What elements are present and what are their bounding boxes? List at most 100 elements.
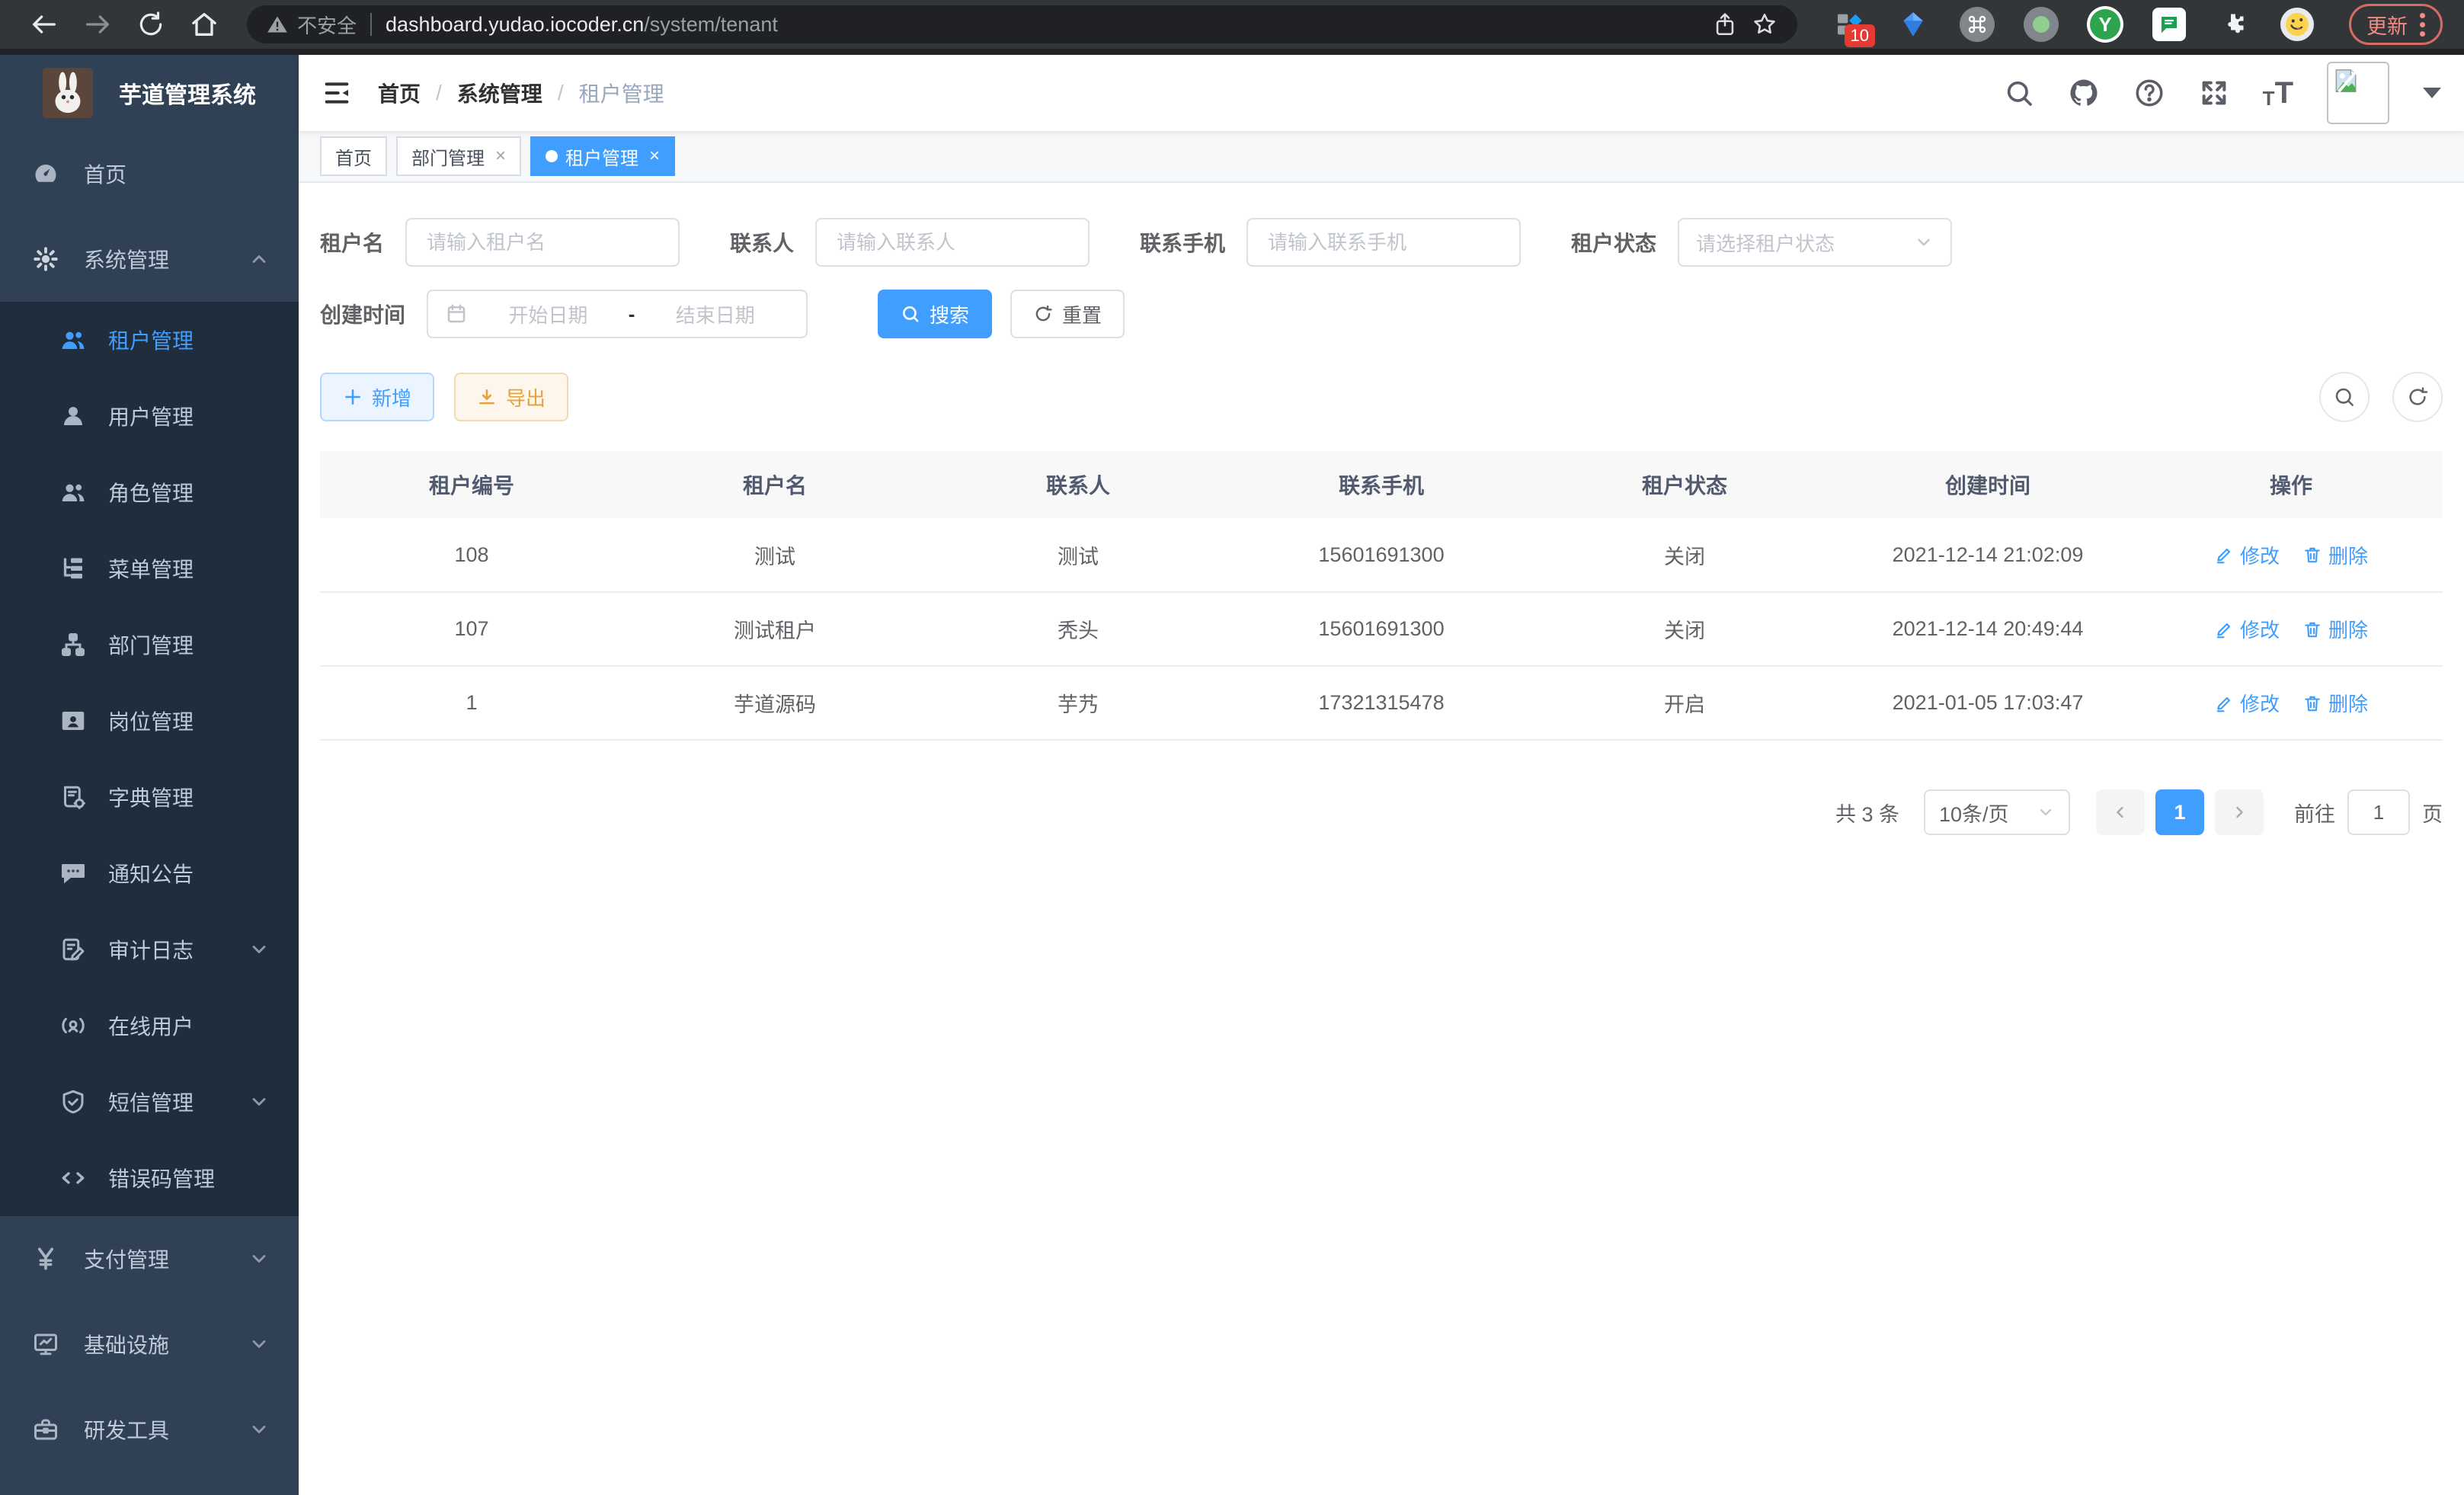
refresh-icon [2406,386,2429,408]
search-icon [2333,386,2356,408]
contact-input[interactable] [815,218,1090,267]
page-size-select[interactable]: 10条/页 [1924,789,2070,835]
breadcrumb-system[interactable]: 系统管理 [457,78,542,108]
extension-command-button[interactable] [1959,6,1995,43]
caret-down-icon[interactable] [2423,88,2441,98]
sidebar-item-label: 支付管理 [84,1244,169,1274]
sidebar-item-label: 角色管理 [108,477,194,507]
sidebar-item-dept[interactable]: 部门管理 [0,607,299,683]
dictionary-icon [59,783,88,811]
extension-tabs-button[interactable]: 10 [1831,6,1867,43]
trash-icon [2302,619,2322,639]
github-link-button[interactable] [2068,77,2100,109]
tag-home[interactable]: 首页 [320,136,387,176]
sidebar-item-user[interactable]: 用户管理 [0,378,299,454]
extensions-menu-button[interactable] [2215,6,2251,43]
fullscreen-button[interactable] [2199,78,2229,108]
table-header-row: 租户编号 租户名 联系人 联系手机 租户状态 创建时间 操作 [320,451,2443,518]
cell-status: 关闭 [1533,592,1836,666]
breadcrumb-current: 租户管理 [579,78,664,108]
sidebar-item-notice[interactable]: 通知公告 [0,835,299,911]
browser-menu-dots-icon[interactable] [2420,13,2425,37]
sidebar-item-home[interactable]: 首页 [0,131,299,216]
page-number-1[interactable]: 1 [2155,789,2204,835]
tenant-name-input[interactable] [405,218,680,267]
tag-tenant[interactable]: 租户管理 × [530,136,675,176]
sidebar-item-label: 基础设施 [84,1329,169,1359]
app-logo-row[interactable]: 芋道管理系统 [0,55,299,131]
extension-record-button[interactable] [2023,6,2059,43]
url-path: /system/tenant [644,13,778,36]
edit-row-button[interactable]: 修改 [2214,541,2280,569]
page-content: 租户名 联系人 联系手机 租户状态 请选择租户状态 [299,183,2464,1495]
sidebar-item-system[interactable]: 系统管理 [0,216,299,302]
edit-label: 修改 [2240,615,2280,643]
sidebar-item-devtools[interactable]: 研发工具 [0,1387,299,1472]
edit-pencil-icon [2214,619,2234,639]
bookmark-button[interactable] [1752,11,1778,37]
edit-row-button[interactable]: 修改 [2214,689,2280,717]
add-button[interactable]: 新增 [320,373,434,421]
browser-forward-button[interactable] [75,2,120,47]
browser-reload-button[interactable] [128,2,174,47]
search-icon [901,304,920,324]
delete-row-button[interactable]: 删除 [2302,615,2368,643]
user-avatar[interactable] [2327,62,2389,124]
sidebar-item-infra[interactable]: 基础设施 [0,1301,299,1387]
emoji-avatar-icon [2283,11,2311,38]
create-time-range-picker[interactable]: 开始日期 - 结束日期 [427,290,808,338]
tag-dept[interactable]: 部门管理 × [396,136,521,176]
share-icon [1712,11,1738,37]
show-search-toggle-button[interactable] [2319,372,2370,422]
mobile-input[interactable] [1246,218,1521,267]
cell-contact: 测试 [926,518,1230,592]
sidebar-item-post[interactable]: 岗位管理 [0,683,299,759]
collapse-sidebar-button[interactable] [322,78,352,108]
sidebar-item-dict[interactable]: 字典管理 [0,759,299,835]
table-toolbar: 新增 导出 [320,372,2443,422]
goto-page-input[interactable] [2347,789,2410,835]
sidebar-item-role[interactable]: 角色管理 [0,454,299,530]
browser-home-button[interactable] [181,2,227,47]
next-page-button[interactable] [2215,789,2264,835]
sidebar-item-pay[interactable]: 支付管理 [0,1216,299,1301]
delete-row-button[interactable]: 删除 [2302,541,2368,569]
extension-chat-button[interactable] [2151,6,2187,43]
header-search-button[interactable] [2004,78,2034,108]
cell-status: 关闭 [1533,518,1836,592]
message-bubble-icon [59,860,88,887]
close-icon[interactable]: × [649,146,660,167]
extension-kite-button[interactable] [1895,6,1931,43]
security-status[interactable]: 不安全 [267,11,357,39]
export-button[interactable]: 导出 [454,373,568,421]
breadcrumb-home[interactable]: 首页 [378,78,421,108]
browser-back-button[interactable] [21,2,67,47]
status-select[interactable]: 请选择租户状态 [1678,218,1952,267]
table-row: 1 芋道源码 芋艿 17321315478 开启 2021-01-05 17:0… [320,666,2443,740]
close-icon[interactable]: × [495,146,506,167]
share-button[interactable] [1712,11,1738,37]
prev-page-button[interactable] [2096,789,2145,835]
sidebar-item-menu[interactable]: 菜单管理 [0,530,299,607]
active-dot [546,150,558,162]
docs-help-button[interactable] [2133,77,2165,109]
font-size-button[interactable]: TT [2263,78,2293,108]
sidebar-item-label: 研发工具 [84,1414,169,1445]
chrome-bottom-edge [0,49,2464,55]
tag-label: 租户管理 [565,143,638,170]
reset-button[interactable]: 重置 [1010,290,1125,338]
url-bar[interactable]: 不安全 dashboard.yudao.iocoder.cn/system/te… [247,5,1797,43]
sidebar-item-online-users[interactable]: 在线用户 [0,988,299,1064]
sidebar-item-error-code[interactable]: 错误码管理 [0,1140,299,1216]
sidebar-item-audit-log[interactable]: 审计日志 [0,911,299,988]
edit-row-button[interactable]: 修改 [2214,615,2280,643]
refresh-table-button[interactable] [2392,372,2443,422]
sidebar-item-tenant[interactable]: 租户管理 [0,302,299,378]
chevron-down-icon [248,1419,270,1440]
delete-row-button[interactable]: 删除 [2302,689,2368,717]
browser-update-button[interactable]: 更新 [2349,4,2443,45]
sidebar-item-sms[interactable]: 短信管理 [0,1064,299,1140]
search-button[interactable]: 搜索 [878,290,992,338]
profile-avatar-button[interactable] [2279,6,2315,43]
extension-y-button[interactable]: Y [2087,6,2123,43]
